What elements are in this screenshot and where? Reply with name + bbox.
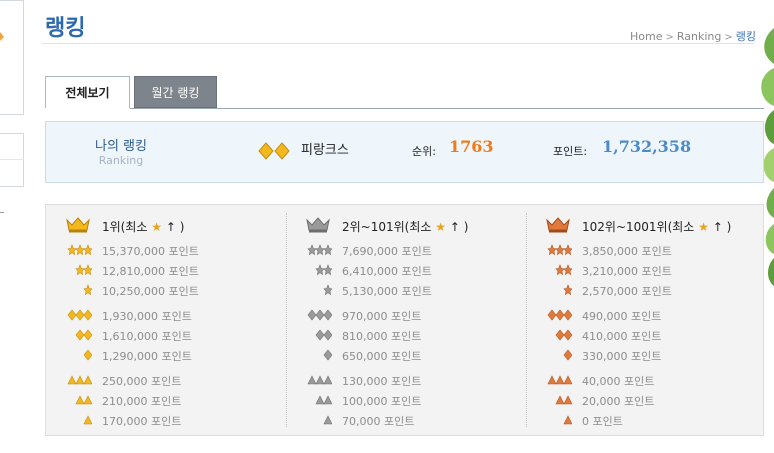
grade-column-bronze: 102위~1001위(최소 ★ ↑ ) 3,850,000 포인트 3,210,00… (526, 205, 766, 435)
grade-points: 1,930,000 포인트 (102, 310, 192, 323)
tab-monthly-ranking[interactable]: 월간 랭킹 (134, 76, 217, 108)
gold-diamond-grade-icon (67, 309, 92, 321)
gold-triangle-grade-icon (83, 415, 92, 425)
grade-points: 1,610,000 포인트 (102, 330, 192, 343)
gold-crown-icon (66, 217, 90, 233)
grade-range-text: 1위(최소 (102, 220, 148, 234)
orange-chevron-icon (0, 32, 4, 41)
grade-points: 210,000 포인트 (102, 395, 182, 408)
my-ranking-subtitle: Ranking (98, 154, 144, 167)
grade-points: 12,810,000 포인트 (102, 265, 199, 278)
grade-column-title: 102위~1001위(최소 ★ ↑ ) (582, 218, 731, 235)
bronze-star-grade-icon (555, 264, 572, 276)
star-icon: ★ (431, 220, 450, 234)
grade-points: 0 포인트 (582, 415, 623, 428)
grade-points: 650,000 포인트 (342, 350, 422, 363)
my-ranking-panel: 나의 랭킹 Ranking 피랑크스 순위: 1763 포인트: 1,732,3… (45, 121, 764, 183)
bronze-triangle-grade-icon (555, 395, 572, 405)
grade-column-title: 1위(최소 ★ ↑ ) (102, 218, 184, 235)
grade-table: 1위(최소 ★ ↑ ) 15,370,000 포인트 12,810,000 포인트 1… (45, 204, 764, 436)
player-name: 피랑크스 (301, 143, 349, 158)
grade-points: 410,000 포인트 (582, 330, 662, 343)
gold-star-grade-icon (83, 284, 92, 296)
grade-points: 1,290,000 포인트 (102, 350, 192, 363)
grade-points: 330,000 포인트 (582, 350, 662, 363)
grade-range-suffix: ↑ ) (712, 220, 732, 234)
silver-triangle-grade-icon (323, 415, 332, 425)
page-title: 랭킹 (45, 16, 86, 41)
rank-label: 순위: (412, 145, 436, 158)
grade-points: 70,000 포인트 (342, 415, 415, 428)
breadcrumb-ranking[interactable]: Ranking (677, 30, 722, 43)
grade-points: 130,000 포인트 (342, 375, 422, 388)
breadcrumb: Home > Ranking > 랭킹 (630, 28, 756, 44)
silver-diamond-grade-icon (315, 329, 332, 341)
points-value: 1,732,358 (602, 137, 692, 156)
grade-points: 2,570,000 포인트 (582, 285, 672, 298)
bronze-triangle-grade-icon (547, 375, 572, 385)
my-ranking-title: 나의 랭킹 (95, 139, 147, 154)
grade-points: 810,000 포인트 (342, 330, 422, 343)
bronze-star-grade-icon (547, 244, 572, 256)
grade-range-text: 2위~101위(최소 (342, 220, 432, 234)
grade-range-suffix: ↑ ) (449, 220, 469, 234)
divider (0, 212, 4, 213)
breadcrumb-home[interactable]: Home (630, 30, 662, 43)
bronze-triangle-grade-icon (563, 415, 572, 425)
points-label: 포인트: (553, 145, 588, 158)
grade-points: 170,000 포인트 (102, 415, 182, 428)
star-icon: ★ (694, 220, 713, 234)
bronze-diamond-grade-icon (555, 329, 572, 341)
grade-points: 3,210,000 포인트 (582, 265, 672, 278)
bronze-diamond-grade-icon (563, 349, 572, 361)
grade-column-gold: 1위(최소 ★ ↑ ) 15,370,000 포인트 12,810,000 포인트 1… (46, 205, 286, 435)
grade-points: 10,250,000 포인트 (102, 285, 199, 298)
silver-crown-icon (306, 217, 330, 233)
grade-points: 20,000 포인트 (582, 395, 655, 408)
silver-triangle-grade-icon (315, 395, 332, 405)
tab-all[interactable]: 전체보기 (45, 76, 130, 108)
gold-diamond-grade-icon (83, 349, 92, 361)
gold-star-grade-icon (75, 264, 92, 276)
left-sidebar-box (0, 0, 24, 115)
grade-points: 6,410,000 포인트 (342, 265, 432, 278)
rank-value: 1763 (449, 137, 494, 156)
silver-star-grade-icon (315, 264, 332, 276)
grade-points: 970,000 포인트 (342, 310, 422, 323)
grade-points: 40,000 포인트 (582, 375, 655, 388)
grade-points: 490,000 포인트 (582, 310, 662, 323)
grade-points: 5,130,000 포인트 (342, 285, 432, 298)
grade-points: 250,000 포인트 (102, 375, 182, 388)
grade-points: 15,370,000 포인트 (102, 245, 199, 258)
grade-points: 7,690,000 포인트 (342, 245, 432, 258)
gold-triangle-grade-icon (67, 375, 92, 385)
grade-points: 3,850,000 포인트 (582, 245, 672, 258)
silver-triangle-grade-icon (307, 375, 332, 385)
grade-column-silver: 2위~101위(최소 ★ ↑ ) 7,690,000 포인트 6,410,000 포… (286, 205, 526, 435)
gold-double-diamond-icon (258, 142, 290, 160)
grade-range-suffix: ↑ ) (165, 220, 185, 234)
gold-triangle-grade-icon (75, 395, 92, 405)
star-icon: ★ (147, 220, 166, 234)
grade-range-text: 102위~1001위(최소 (582, 220, 695, 234)
left-sidebar-box (0, 133, 24, 187)
silver-star-grade-icon (307, 244, 332, 256)
silver-diamond-grade-icon (307, 309, 332, 321)
silver-star-grade-icon (323, 284, 332, 296)
tab-underline (130, 108, 764, 109)
grade-points: 100,000 포인트 (342, 395, 422, 408)
bronze-star-grade-icon (563, 284, 572, 296)
grade-column-title: 2위~101위(최소 ★ ↑ ) (342, 218, 468, 235)
title-divider (42, 43, 754, 44)
chevron-right-icon: > (724, 32, 733, 43)
bronze-crown-icon (546, 217, 570, 233)
bronze-diamond-grade-icon (547, 309, 572, 321)
gold-star-grade-icon (67, 244, 92, 256)
left-sidebar (0, 0, 24, 453)
silver-diamond-grade-icon (323, 349, 332, 361)
chevron-right-icon: > (665, 32, 674, 43)
gold-diamond-grade-icon (75, 329, 92, 341)
divider (0, 159, 24, 160)
